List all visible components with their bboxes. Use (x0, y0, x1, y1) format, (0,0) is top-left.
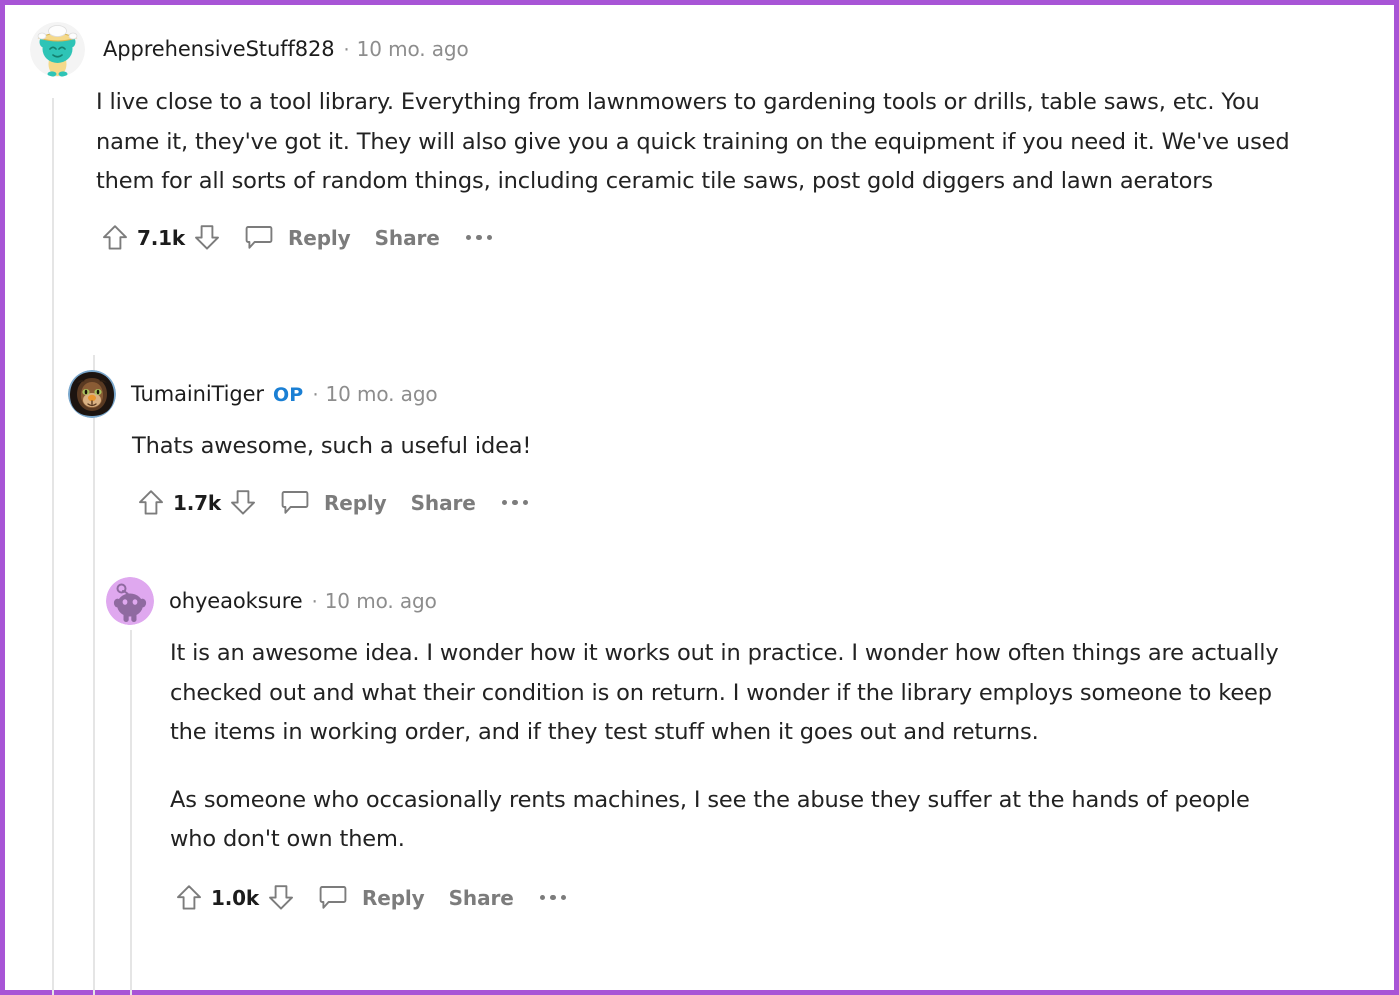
page-frame: ApprehensiveStuff828 · 10 mo. ago I live… (0, 0, 1399, 995)
share-button[interactable]: Share (375, 226, 440, 250)
comment-action-bar: 1.7k Reply Share (134, 483, 1358, 523)
vote-score: 7.1k (137, 225, 185, 250)
comment-paragraph: It is an awesome idea. I wonder how it w… (170, 640, 1279, 745)
upvote-arrow-icon[interactable] (172, 881, 206, 915)
comment-bubble-icon[interactable] (278, 486, 312, 520)
more-options-icon[interactable] (465, 234, 493, 241)
author-username[interactable]: TumainiTiger (131, 382, 264, 406)
comment-bubble-icon[interactable] (242, 221, 276, 255)
meta-separator: · (311, 591, 318, 613)
comment-header: ohyeaoksure · 10 mo. ago (106, 577, 1356, 625)
comment-thread: ApprehensiveStuff828 · 10 mo. ago I live… (10, 10, 1399, 995)
comment-body: It is an awesome idea. I wonder how it w… (170, 634, 1290, 860)
comment-header: TumainiTiger OP · 10 mo. ago (68, 370, 1358, 418)
vote-group: 1.7k (134, 486, 260, 520)
share-button[interactable]: Share (411, 491, 476, 515)
dot (539, 894, 546, 901)
reply-button[interactable]: Reply (324, 491, 387, 515)
comment-item: ohyeaoksure · 10 mo. ago It is an awesom… (106, 577, 1356, 918)
more-options-icon[interactable] (539, 894, 567, 901)
comment-bubble-icon[interactable] (316, 881, 350, 915)
comment-paragraph: I live close to a tool library. Everythi… (96, 89, 1290, 194)
upvote-arrow-icon[interactable] (134, 486, 168, 520)
downvote-arrow-icon[interactable] (264, 881, 298, 915)
vote-score: 1.0k (211, 885, 259, 910)
dot (465, 234, 472, 241)
comment-action-bar: 7.1k Reply Share (98, 218, 1360, 258)
comment-timestamp: 10 mo. ago (325, 382, 438, 406)
more-options-icon[interactable] (501, 499, 529, 506)
author-line: ApprehensiveStuff828 · 10 mo. ago (103, 37, 469, 61)
reply-button[interactable]: Reply (288, 226, 351, 250)
reply-button[interactable]: Reply (362, 886, 425, 910)
dot (501, 499, 508, 506)
dot (476, 234, 482, 241)
author-line: TumainiTiger OP · 10 mo. ago (131, 382, 438, 406)
meta-separator: · (312, 384, 319, 406)
comment-action-bar: 1.0k Reply Share (172, 878, 1356, 918)
downvote-arrow-icon[interactable] (190, 221, 224, 255)
comment-item: ApprehensiveStuff828 · 10 mo. ago I live… (30, 21, 1360, 258)
comment-item: TumainiTiger OP · 10 mo. ago Thats aweso… (68, 370, 1358, 523)
upvote-arrow-icon[interactable] (98, 221, 132, 255)
vote-group: 7.1k (98, 221, 224, 255)
dot (522, 499, 529, 506)
comment-body: Thats awesome, such a useful idea! (132, 427, 1302, 467)
avatar[interactable] (68, 370, 116, 418)
author-line: ohyeaoksure · 10 mo. ago (169, 589, 437, 613)
comment-body: I live close to a tool library. Everythi… (96, 83, 1306, 202)
vote-score: 1.7k (173, 490, 221, 515)
avatar[interactable] (106, 577, 154, 625)
dot (512, 499, 518, 506)
dot (550, 894, 556, 901)
avatar[interactable] (30, 21, 85, 77)
comment-paragraph: Thats awesome, such a useful idea! (132, 433, 532, 459)
vote-group: 1.0k (172, 881, 298, 915)
author-username[interactable]: ohyeaoksure (169, 589, 303, 613)
dot (486, 234, 493, 241)
share-button[interactable]: Share (449, 886, 514, 910)
downvote-arrow-icon[interactable] (226, 486, 260, 520)
comment-timestamp: 10 mo. ago (356, 37, 469, 61)
comment-header: ApprehensiveStuff828 · 10 mo. ago (30, 21, 1360, 77)
meta-separator: · (343, 39, 350, 61)
dot (560, 894, 567, 901)
comment-paragraph: As someone who occasionally rents machin… (170, 786, 1250, 853)
op-badge: OP (272, 384, 304, 406)
author-username[interactable]: ApprehensiveStuff828 (103, 37, 335, 61)
comment-timestamp: 10 mo. ago (324, 589, 437, 613)
